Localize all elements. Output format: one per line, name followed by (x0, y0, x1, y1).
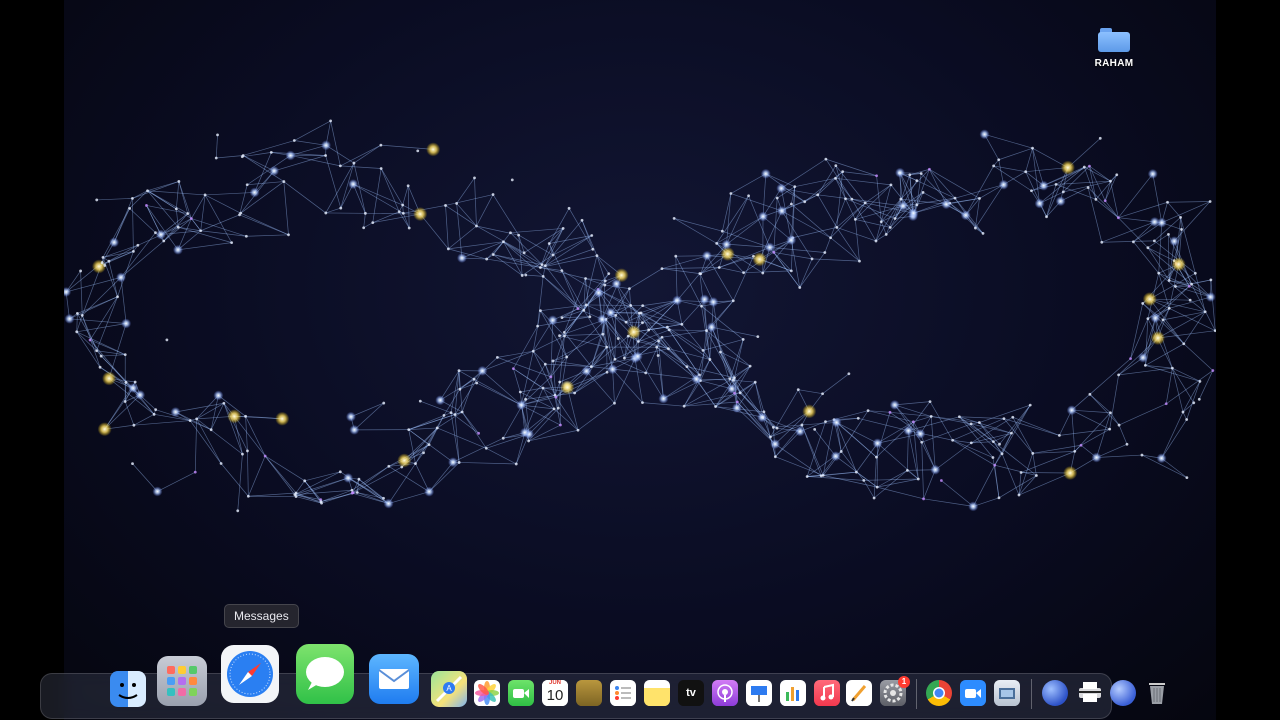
photos-icon[interactable] (474, 680, 500, 706)
zoom-icon[interactable] (960, 680, 986, 706)
calendar-day: 10 (546, 687, 564, 704)
network-mesh (64, 119, 1216, 513)
desktop-folder[interactable]: RAHAM (1084, 26, 1144, 69)
preview-icon[interactable] (994, 680, 1020, 706)
gear-icon[interactable]: 1 (880, 676, 910, 706)
notes-icon[interactable] (576, 680, 602, 706)
dock-tooltip: Messages (224, 604, 299, 628)
dock-separator (1031, 679, 1032, 709)
calendar-icon[interactable]: JUN 10 (542, 680, 568, 706)
trash-icon[interactable] (1144, 678, 1170, 706)
maps-icon[interactable]: A (431, 671, 467, 707)
chrome-icon[interactable] (926, 680, 952, 706)
folder-icon (1098, 26, 1130, 52)
keynote-icon[interactable] (746, 680, 772, 706)
globe-icon[interactable] (1042, 680, 1068, 706)
pages-icon[interactable] (846, 680, 872, 706)
reminders-icon[interactable] (610, 680, 636, 706)
mail-icon[interactable] (369, 654, 419, 704)
calendar-month: JUN (542, 680, 568, 687)
dock-separator (916, 679, 917, 709)
messages-icon[interactable] (296, 644, 354, 704)
folder-label: RAHAM (1094, 58, 1134, 69)
globe-icon[interactable] (1110, 680, 1136, 706)
svg-text:A: A (446, 684, 452, 693)
facetime-icon[interactable] (508, 680, 534, 706)
safari-icon[interactable] (221, 645, 279, 703)
numbers-icon[interactable] (780, 680, 806, 706)
finder-icon[interactable] (110, 671, 146, 707)
printer-icon[interactable] (1076, 678, 1104, 706)
music-icon[interactable] (814, 680, 840, 706)
stickies-icon[interactable] (644, 680, 670, 706)
launchpad-icon[interactable] (157, 656, 207, 706)
tv-label: tv (686, 687, 696, 699)
tv-icon[interactable]: tv (678, 680, 704, 706)
update-badge: 1 (898, 676, 910, 688)
podcasts-icon[interactable] (712, 680, 738, 706)
